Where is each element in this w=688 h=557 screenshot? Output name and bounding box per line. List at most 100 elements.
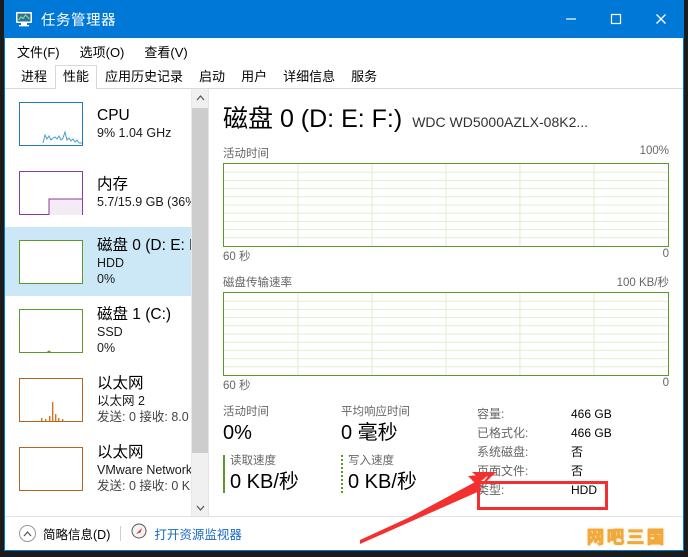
info-value-type: HDD bbox=[555, 481, 612, 500]
table-row: 类型: HDD bbox=[477, 481, 612, 500]
ethernet1-mini-graph-icon bbox=[19, 378, 83, 422]
stat-active-time-value: 0% bbox=[223, 420, 341, 446]
menu-item-file[interactable]: 文件(F) bbox=[17, 42, 60, 61]
sidebar-item-ethernet-2[interactable]: 以太网 VMware Network . 发送: 0 接收: 0 Kbp bbox=[5, 434, 208, 503]
tab-details[interactable]: 详细信息 bbox=[275, 65, 343, 89]
menu-item-options[interactable]: 选项(O) bbox=[80, 42, 125, 61]
open-resource-monitor-link[interactable]: 打开资源监视器 bbox=[131, 523, 242, 544]
menu-item-view[interactable]: 查看(V) bbox=[144, 42, 187, 61]
title-bar: 任务管理器 bbox=[5, 0, 683, 38]
stat-read-speed-caption: 读取速度 bbox=[230, 454, 341, 469]
tab-users[interactable]: 用户 bbox=[233, 65, 275, 89]
scrollbar-thumb[interactable] bbox=[192, 108, 209, 453]
cpu-label: CPU bbox=[97, 106, 171, 125]
statistics-area: 活动时间 0% 平均响应时间 0 毫秒 读取速度 bbox=[223, 405, 669, 500]
active-time-chart-footer: 60 秒 0 bbox=[223, 248, 669, 264]
tab-strip: 进程 性能 应用历史记录 启动 用户 详细信息 服务 bbox=[5, 64, 683, 89]
primary-stats-row: 活动时间 0% 平均响应时间 0 毫秒 bbox=[223, 405, 459, 446]
stat-read-speed-value: 0 KB/秒 bbox=[230, 469, 341, 495]
read-speed-legend-icon bbox=[223, 455, 225, 493]
disk-model: WDC WD5000AZLX-08K2... bbox=[412, 114, 588, 130]
tab-performance[interactable]: 性能 bbox=[55, 65, 97, 89]
stat-write-speed-value: 0 KB/秒 bbox=[348, 469, 459, 495]
transfer-rate-xlabel: 60 秒 bbox=[223, 377, 251, 393]
table-row: 页面文件: 否 bbox=[477, 462, 612, 481]
watermark: 网吧三国 bbox=[587, 523, 667, 548]
active-time-min: 0 bbox=[663, 248, 669, 264]
task-manager-window: 任务管理器 文件(F) 选项(O) 查看(V) 进程 性能 应 bbox=[4, 0, 684, 551]
disk-info-table: 容量: 466 GB 已格式化: 466 GB 系统磁盘: 否 bbox=[477, 405, 612, 500]
sidebar-item-disk-1-text: 磁盘 1 (C:) SSD 0% bbox=[97, 305, 171, 356]
page-title: 磁盘 0 (D: E: F:) bbox=[223, 99, 402, 135]
sidebar-item-memory-text: 内存 5.7/15.9 GB (36%) bbox=[97, 175, 201, 210]
transfer-rate-min: 0 bbox=[663, 377, 669, 393]
tab-startup[interactable]: 启动 bbox=[191, 65, 233, 89]
sidebar-scrollbar[interactable] bbox=[191, 89, 208, 516]
disk1-type: SSD bbox=[97, 324, 171, 340]
stat-avg-response-time-value: 0 毫秒 bbox=[341, 420, 459, 446]
scroll-up-icon[interactable] bbox=[192, 89, 209, 106]
sidebar-item-cpu[interactable]: CPU 9% 1.04 GHz bbox=[5, 89, 208, 158]
memory-stats: 5.7/15.9 GB (36%) bbox=[97, 194, 201, 210]
sidebar-item-disk-0[interactable]: 磁盘 0 (D: E: F:) HDD 0% bbox=[5, 227, 208, 296]
transfer-rate-max: 100 KB/秒 bbox=[617, 274, 669, 290]
ethernet2-adapter: VMware Network . bbox=[97, 462, 204, 478]
stat-write-speed-caption: 写入速度 bbox=[348, 454, 459, 469]
window-controls bbox=[548, 0, 683, 38]
table-row: 容量: 466 GB bbox=[477, 405, 612, 424]
sidebar-item-memory[interactable]: 内存 5.7/15.9 GB (36%) bbox=[5, 158, 208, 227]
footer-divider bbox=[120, 526, 121, 541]
disk1-label: 磁盘 1 (C:) bbox=[97, 305, 171, 324]
chevron-up-icon bbox=[19, 525, 36, 542]
statistics-right: 容量: 466 GB 已格式化: 466 GB 系统磁盘: 否 bbox=[459, 405, 669, 500]
transfer-rate-chart-header: 磁盘传输速率 100 KB/秒 bbox=[223, 274, 669, 290]
close-button[interactable] bbox=[638, 0, 683, 38]
active-time-max: 100% bbox=[640, 145, 669, 161]
minimize-button[interactable] bbox=[548, 0, 593, 38]
info-key-formatted: 已格式化: bbox=[477, 424, 555, 443]
menu-bar: 文件(F) 选项(O) 查看(V) bbox=[5, 38, 683, 64]
transfer-rate-caption: 磁盘传输速率 bbox=[223, 274, 292, 290]
sidebar-item-cpu-text: CPU 9% 1.04 GHz bbox=[97, 106, 171, 141]
performance-detail-panel: 磁盘 0 (D: E: F:) WDC WD5000AZLX-08K2... 活… bbox=[209, 89, 683, 516]
maximize-button[interactable] bbox=[593, 0, 638, 38]
table-row: 系统磁盘: 否 bbox=[477, 443, 612, 462]
info-key-system-disk: 系统磁盘: bbox=[477, 443, 555, 462]
active-time-xlabel: 60 秒 bbox=[223, 248, 251, 264]
disk-header: 磁盘 0 (D: E: F:) WDC WD5000AZLX-08K2... bbox=[223, 99, 669, 135]
resource-monitor-label: 打开资源监视器 bbox=[154, 524, 242, 543]
screenshot-root: 任务管理器 文件(F) 选项(O) 查看(V) 进程 性能 应 bbox=[0, 0, 688, 557]
tab-processes[interactable]: 进程 bbox=[13, 65, 55, 89]
active-time-caption: 活动时间 bbox=[223, 145, 269, 161]
active-time-graph bbox=[223, 163, 669, 247]
info-key-page-file: 页面文件: bbox=[477, 462, 555, 481]
content-area: CPU 9% 1.04 GHz 内存 5.7/15.9 GB bbox=[5, 88, 683, 516]
info-key-type: 类型: bbox=[477, 481, 555, 500]
tab-app-history[interactable]: 应用历史记录 bbox=[97, 65, 191, 89]
fewer-details-button[interactable]: 简略信息(D) bbox=[19, 524, 110, 543]
disk0-mini-graph-icon bbox=[19, 240, 83, 284]
info-value-capacity: 466 GB bbox=[555, 405, 612, 424]
sidebar-item-disk-1[interactable]: 磁盘 1 (C:) SSD 0% bbox=[5, 296, 208, 365]
disk1-mini-graph-icon bbox=[19, 309, 83, 353]
memory-mini-graph-icon bbox=[19, 171, 83, 215]
stat-read-speed: 读取速度 0 KB/秒 bbox=[223, 454, 341, 495]
info-key-capacity: 容量: bbox=[477, 405, 555, 424]
task-manager-icon bbox=[15, 11, 33, 27]
resource-monitor-icon bbox=[131, 523, 147, 544]
rate-stats-row: 读取速度 0 KB/秒 写入速度 0 KB/秒 bbox=[223, 454, 459, 495]
ethernet2-label: 以太网 bbox=[97, 443, 204, 462]
ethernet2-mini-graph-icon bbox=[19, 447, 83, 491]
scroll-down-icon[interactable] bbox=[192, 499, 209, 516]
resource-sidebar[interactable]: CPU 9% 1.04 GHz 内存 5.7/15.9 GB bbox=[5, 89, 209, 516]
write-speed-legend-icon bbox=[341, 455, 343, 493]
transfer-rate-chart-footer: 60 秒 0 bbox=[223, 377, 669, 393]
stat-active-time: 活动时间 0% bbox=[223, 405, 341, 446]
fewer-details-label: 简略信息(D) bbox=[43, 524, 110, 543]
table-row: 已格式化: 466 GB bbox=[477, 424, 612, 443]
tab-services[interactable]: 服务 bbox=[343, 65, 385, 89]
info-value-system-disk: 否 bbox=[555, 443, 612, 462]
cpu-mini-graph-icon bbox=[19, 102, 83, 146]
sidebar-item-ethernet-1[interactable]: 以太网 以太网 2 发送: 0 接收: 8.0 Kb bbox=[5, 365, 208, 434]
info-value-page-file: 否 bbox=[555, 462, 612, 481]
